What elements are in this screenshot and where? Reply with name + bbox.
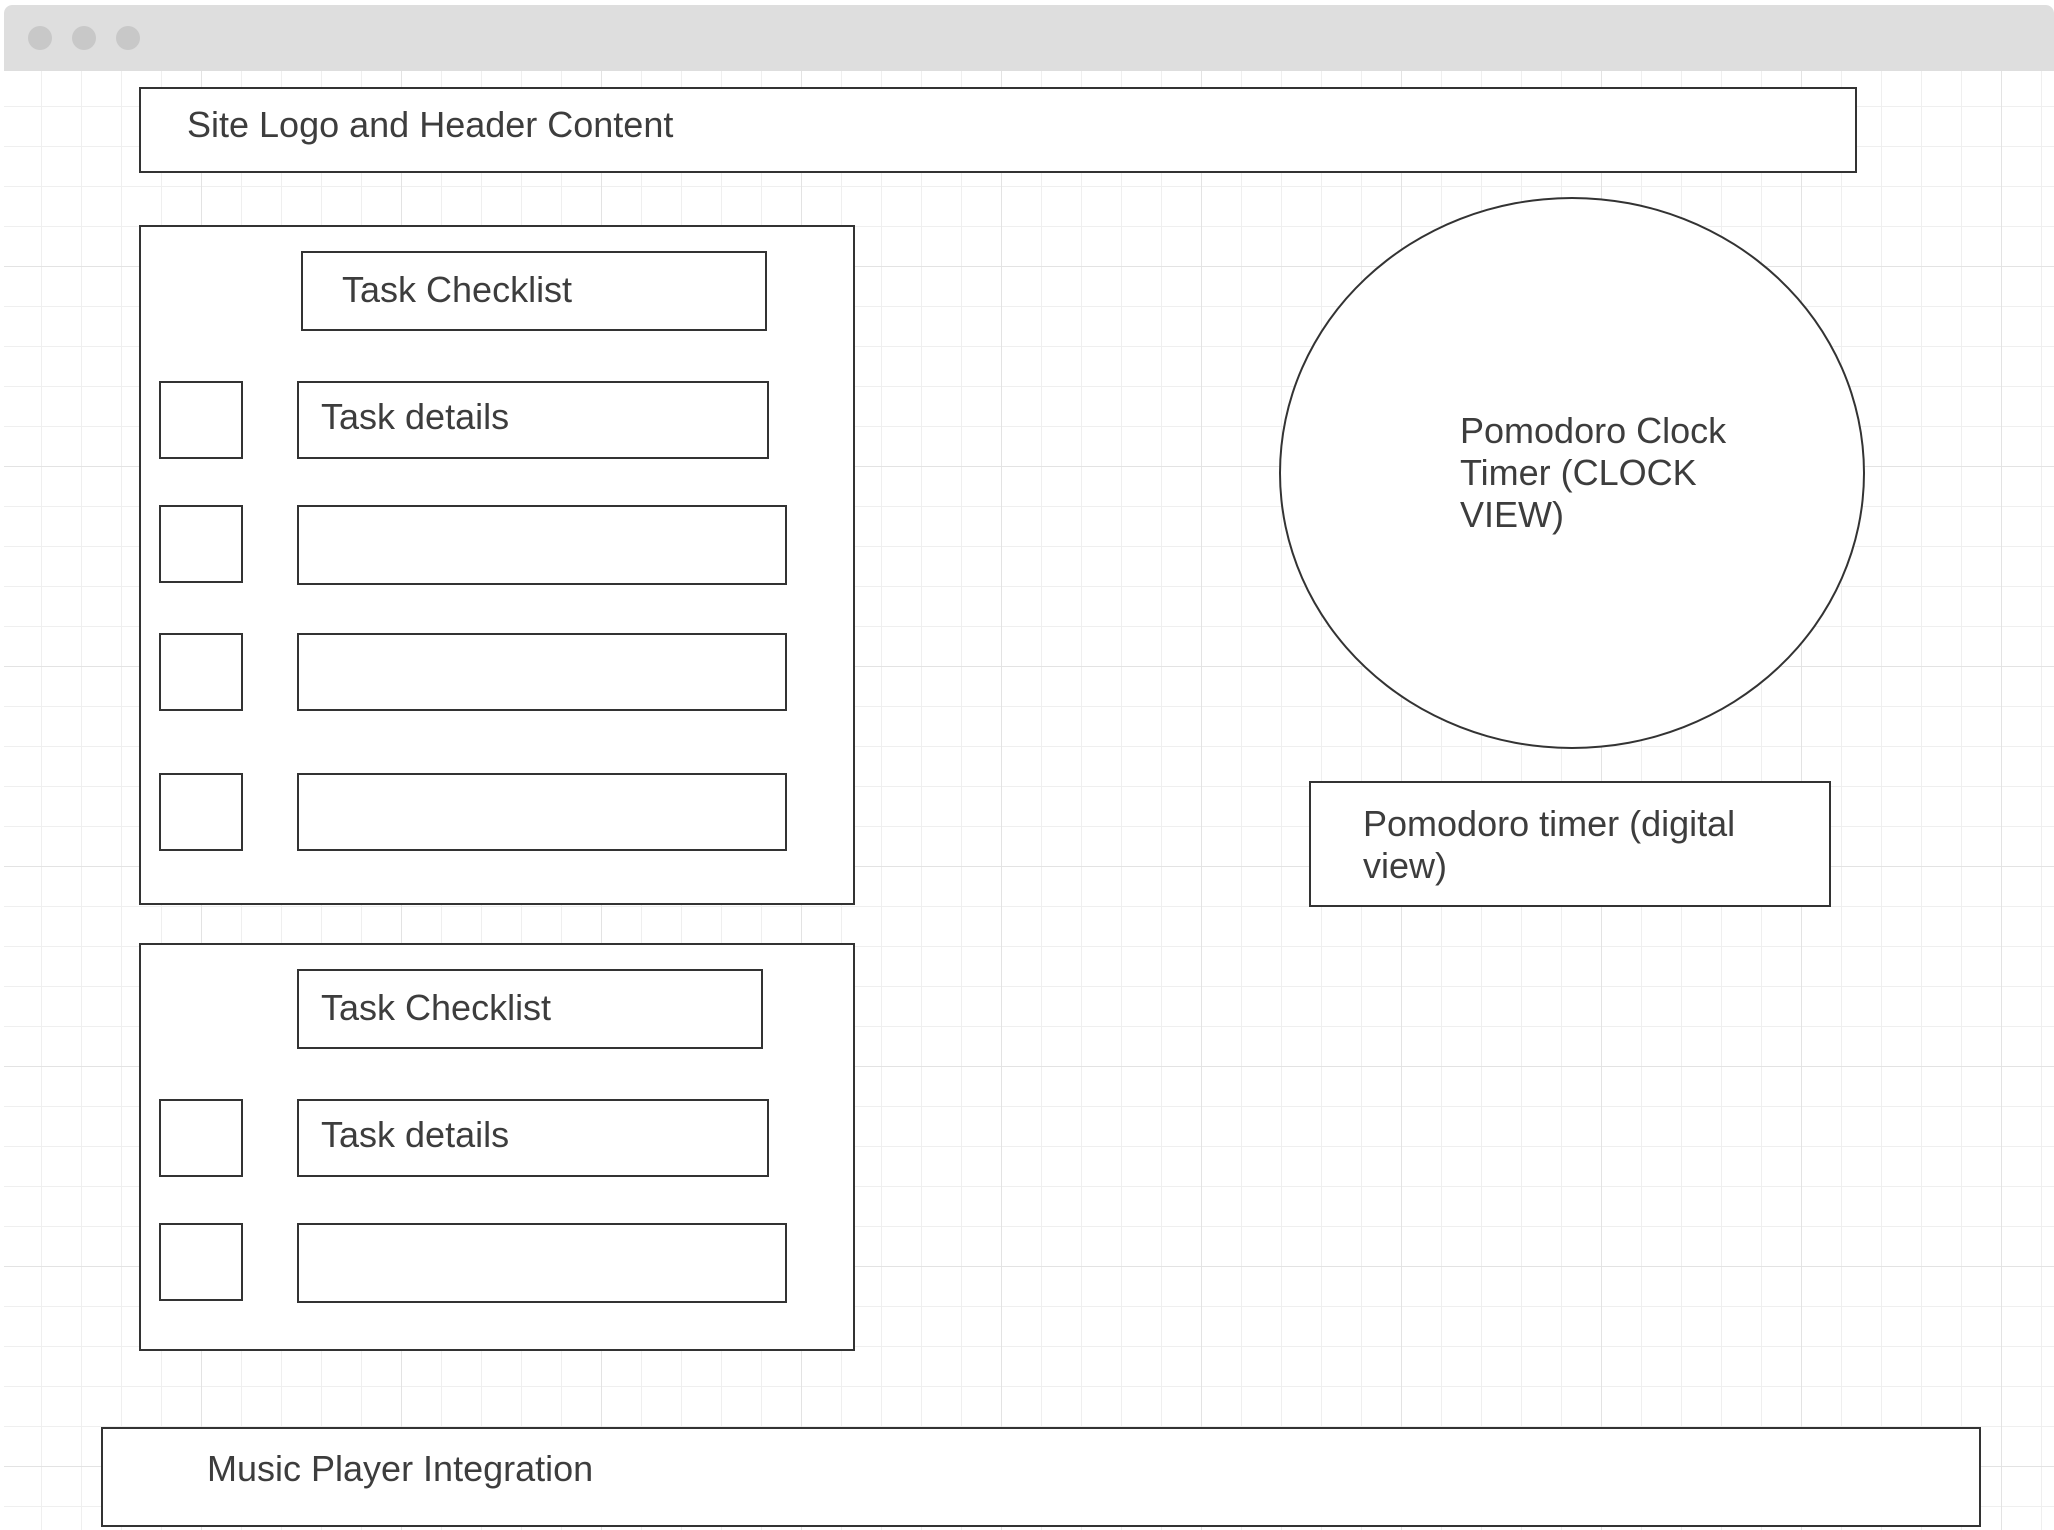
task-details-field[interactable] xyxy=(297,773,787,851)
task-details-field[interactable] xyxy=(297,1223,787,1303)
pomodoro-digital-label-line-1: Pomodoro timer (digital xyxy=(1363,803,1736,844)
close-window-dot[interactable] xyxy=(28,26,52,50)
task-checkbox[interactable] xyxy=(159,505,243,583)
pomodoro-clock-label-line-3: VIEW) xyxy=(1460,494,1564,535)
task-checkbox[interactable] xyxy=(159,773,243,851)
minimize-window-dot[interactable] xyxy=(72,26,96,50)
task-checklist-title-2: Task Checklist xyxy=(321,987,552,1028)
pomodoro-clock-label-line-1: Pomodoro Clock xyxy=(1460,410,1727,451)
task-checkbox[interactable] xyxy=(159,633,243,711)
maximize-window-dot[interactable] xyxy=(116,26,140,50)
music-player-label: Music Player Integration xyxy=(207,1448,594,1489)
site-header-label: Site Logo and Header Content xyxy=(187,104,674,145)
task-details-label: Task details xyxy=(321,396,510,437)
pomodoro-digital-label-line-2: view) xyxy=(1363,845,1448,886)
task-checkbox[interactable] xyxy=(159,1223,243,1301)
task-checkbox[interactable] xyxy=(159,381,243,459)
pomodoro-clock-label-line-2: Timer (CLOCK xyxy=(1460,452,1697,493)
task-checklist-title-1: Task Checklist xyxy=(342,269,573,310)
task-details-field[interactable] xyxy=(297,633,787,711)
task-details-label: Task details xyxy=(321,1114,510,1155)
task-checkbox[interactable] xyxy=(159,1099,243,1177)
task-details-field[interactable] xyxy=(297,505,787,585)
window-titlebar xyxy=(4,5,2054,71)
